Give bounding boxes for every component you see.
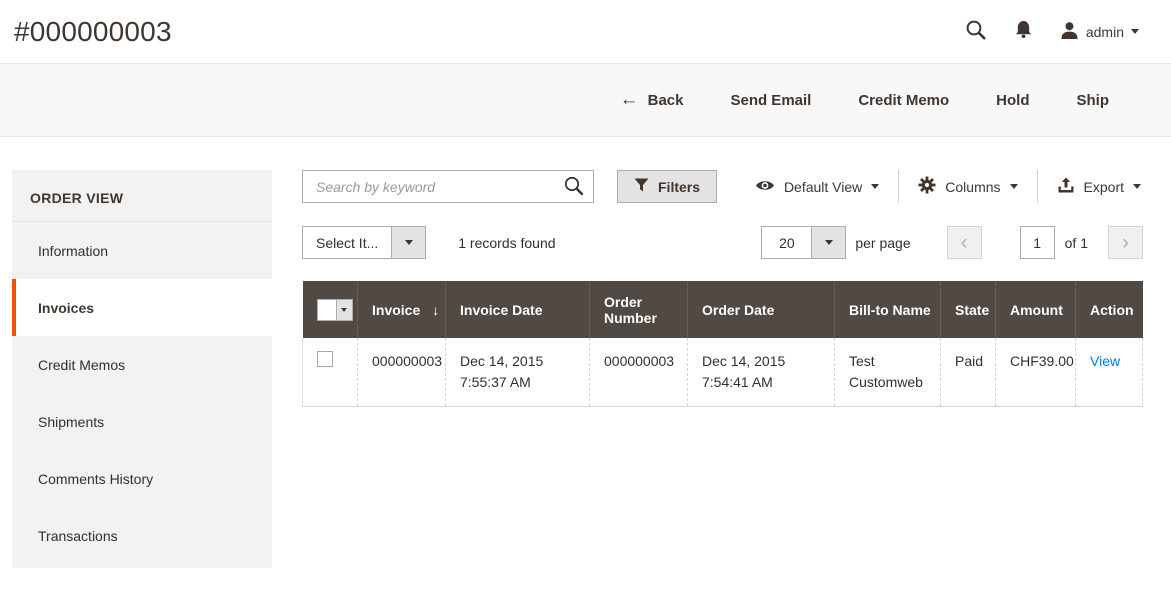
column-header-invoice[interactable]: Invoice↓: [358, 281, 446, 338]
chevron-left-icon: ‹: [961, 232, 968, 253]
mass-action-caret[interactable]: [391, 227, 425, 258]
sidebar-item-shipments[interactable]: Shipments: [12, 393, 272, 450]
admin-account-menu[interactable]: admin: [1060, 21, 1139, 43]
current-page-input[interactable]: [1020, 226, 1055, 259]
sidebar-item-invoices[interactable]: Invoices: [12, 279, 272, 336]
bell-icon: [1014, 20, 1033, 43]
top-header: #000000003 admin: [0, 0, 1171, 63]
keyword-search: [302, 170, 594, 203]
column-header-amount[interactable]: Amount: [996, 281, 1076, 338]
admin-username: admin: [1086, 24, 1124, 40]
chevron-down-icon: [825, 240, 833, 245]
sidebar-title: ORDER VIEW: [12, 170, 272, 222]
chevron-down-icon: [1010, 184, 1018, 189]
cell-invoice: 000000003: [358, 338, 446, 407]
column-header-order-date[interactable]: Order Date: [688, 281, 835, 338]
hold-button[interactable]: Hold: [996, 92, 1029, 109]
columns-button[interactable]: Columns: [899, 176, 1036, 197]
order-action-bar: ← Back Send Email Credit Memo Hold Ship: [0, 63, 1171, 137]
page-title: #000000003: [14, 16, 172, 48]
sidebar-item-information[interactable]: Information: [12, 222, 272, 279]
records-found-text: 1 records found: [458, 235, 555, 251]
column-header-bill-to-name[interactable]: Bill-to Name: [835, 281, 941, 338]
cell-invoice-date: Dec 14, 2015 7:55:37 AM: [446, 338, 590, 407]
filter-funnel-icon: [634, 178, 649, 195]
chevron-down-icon: [1133, 184, 1141, 189]
table-row[interactable]: 000000003 Dec 14, 2015 7:55:37 AM 000000…: [303, 338, 1143, 407]
select-all-caret[interactable]: [336, 300, 352, 320]
header-actions: admin: [965, 19, 1139, 44]
cell-order-number: 000000003: [590, 338, 688, 407]
ship-button[interactable]: Ship: [1077, 92, 1110, 109]
column-header-order-number[interactable]: Order Number: [590, 281, 688, 338]
table-header-row: Invoice↓ Invoice Date Order Number Order…: [303, 281, 1143, 338]
credit-memo-button[interactable]: Credit Memo: [858, 92, 949, 109]
sidebar-item-credit-memos[interactable]: Credit Memos: [12, 336, 272, 393]
order-view-sidebar: ORDER VIEW Information Invoices Credit M…: [12, 170, 272, 568]
mass-action-select[interactable]: Select It...: [302, 226, 426, 259]
send-email-button[interactable]: Send Email: [730, 92, 811, 109]
column-header-state[interactable]: State: [941, 281, 996, 338]
pagination-controls: 20 per page ‹ of 1 ›: [761, 226, 1143, 259]
select-all-checkbox[interactable]: [317, 299, 353, 321]
cell-amount: CHF39.00: [996, 338, 1076, 407]
per-page-caret[interactable]: [811, 227, 845, 258]
cell-order-date: Dec 14, 2015 7:54:41 AM: [688, 338, 835, 407]
select-all-header: [303, 281, 358, 338]
search-submit-button[interactable]: [563, 175, 585, 200]
row-checkbox[interactable]: [317, 351, 333, 367]
invoices-grid-panel: Filters Default View: [302, 170, 1143, 407]
column-header-invoice-date[interactable]: Invoice Date: [446, 281, 590, 338]
chevron-down-icon: [1131, 29, 1139, 34]
back-arrow-icon: ←: [620, 90, 639, 109]
row-select-cell: [303, 338, 358, 407]
chevron-right-icon: ›: [1122, 232, 1129, 253]
search-icon: [965, 19, 987, 44]
next-page-button[interactable]: ›: [1108, 226, 1143, 259]
search-input[interactable]: [302, 170, 594, 203]
back-button[interactable]: ← Back: [620, 91, 684, 110]
cell-action: View: [1076, 338, 1143, 407]
chevron-down-icon: [341, 308, 347, 312]
user-icon: [1060, 21, 1079, 43]
total-pages-label: of 1: [1065, 235, 1088, 251]
export-icon: [1057, 177, 1075, 197]
gear-icon: [918, 176, 936, 197]
filters-button[interactable]: Filters: [617, 170, 717, 203]
cell-state: Paid: [941, 338, 996, 407]
search-icon: [563, 185, 585, 200]
grid-view-controls: Default View: [736, 170, 1143, 203]
previous-page-button[interactable]: ‹: [947, 226, 982, 259]
notifications-button[interactable]: [1014, 20, 1033, 43]
sort-descending-icon: ↓: [432, 302, 439, 318]
column-header-action[interactable]: Action: [1076, 281, 1143, 338]
sidebar-item-transactions[interactable]: Transactions: [12, 507, 272, 564]
view-invoice-link[interactable]: View: [1090, 353, 1120, 369]
per-page-label: per page: [855, 235, 910, 251]
export-button[interactable]: Export: [1038, 177, 1143, 197]
eye-icon: [755, 179, 775, 195]
chevron-down-icon: [871, 184, 879, 189]
default-view-button[interactable]: Default View: [736, 179, 898, 195]
invoices-table: Invoice↓ Invoice Date Order Number Order…: [302, 281, 1143, 407]
chevron-down-icon: [405, 240, 413, 245]
cell-bill-to-name: Test Customweb: [835, 338, 941, 407]
global-search-button[interactable]: [965, 19, 987, 44]
per-page-select[interactable]: 20: [761, 226, 846, 259]
sidebar-item-comments-history[interactable]: Comments History: [12, 450, 272, 507]
